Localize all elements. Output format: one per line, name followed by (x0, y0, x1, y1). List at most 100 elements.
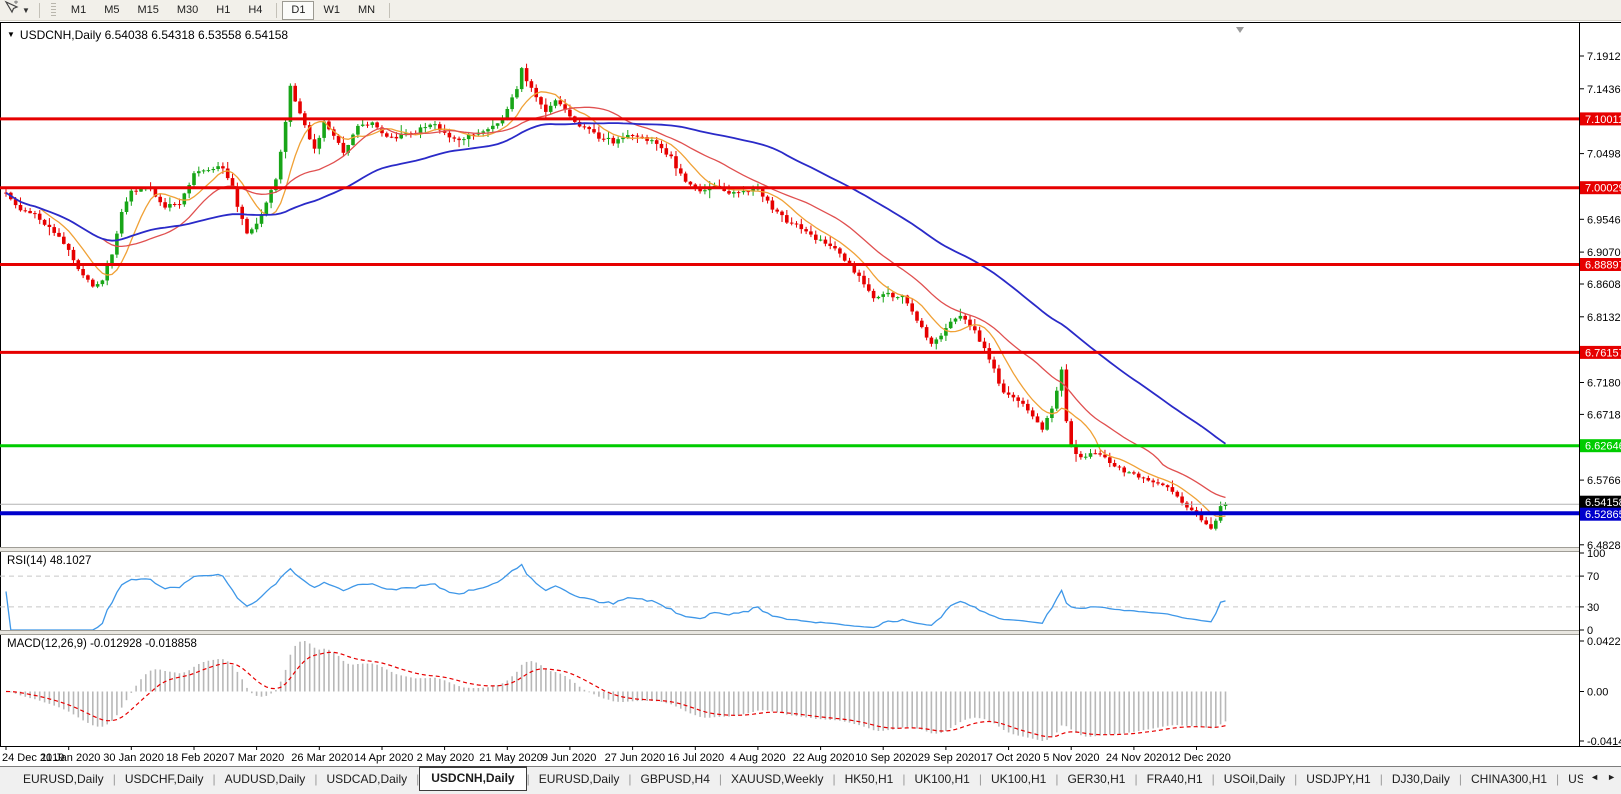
svg-text:6.88897: 6.88897 (1585, 260, 1621, 272)
price-chart[interactable] (0, 22, 1579, 547)
chart-tab[interactable]: GBPUSD,H4 (632, 768, 719, 791)
rsi-line (5, 563, 1226, 630)
toolbar-separator (276, 2, 278, 18)
chart-tab[interactable]: EURUSD,Daily (14, 768, 113, 791)
timeframe-button-m15[interactable]: M15 (128, 1, 167, 20)
price-axis[interactable]: 7.19120 7.14360 7.04980 6.95460 6.90700 6.860… (1580, 22, 1621, 746)
price-tick-label: 6.81320 (1587, 312, 1621, 324)
chart-tab[interactable]: UK100,H1 (982, 768, 1055, 791)
svg-text:6.62646: 6.62646 (1585, 441, 1621, 453)
rsi-tick-label: 70 (1587, 571, 1599, 583)
chart-tab[interactable]: US (1559, 768, 1583, 791)
svg-text:7.00029: 7.00029 (1585, 183, 1621, 195)
chart-tabbar: EURUSD,Daily | USDCHF,Daily | AUDUSD,Daily | U… (0, 766, 1621, 794)
chart-tab[interactable]: XAUUSD,Weekly (722, 768, 832, 791)
price-tick-label: 6.67180 (1587, 409, 1621, 421)
price-tick-label: 6.57660 (1587, 475, 1621, 487)
date-tick-label: 22 Aug 2020 (793, 752, 855, 764)
toolbar-separator (38, 2, 40, 18)
chart-tab[interactable]: CHINA300,H1 (1462, 768, 1556, 791)
cursor-tool-button[interactable]: ▼ (4, 0, 30, 20)
chart-tab[interactable]: GER30,H1 (1058, 768, 1134, 791)
date-tick-label: 5 Nov 2020 (1043, 752, 1099, 764)
rsi-panel[interactable] (0, 552, 1579, 630)
date-tick-label: 9 Jun 2020 (542, 752, 596, 764)
right-shift-marker[interactable] (1236, 27, 1244, 33)
date-tick-label: 10 Sep 2020 (855, 752, 917, 764)
date-tick-label: 12 Dec 2020 (1169, 752, 1231, 764)
chart-tab[interactable]: EURUSD,Daily (530, 768, 629, 791)
date-tick-label: 2 May 2020 (417, 752, 474, 764)
chart-tab[interactable]: HK50,H1 (836, 768, 903, 791)
chart-tab[interactable]: AUDUSD,Daily (216, 768, 315, 791)
toolbar-separator (389, 2, 391, 18)
svg-text:6.52865: 6.52865 (1585, 509, 1621, 521)
toolbar: ▼ M1 M5 M15 M30 H1 H4 D1 W1 MN (0, 0, 1621, 21)
chart-tab[interactable]: FRA40,H1 (1138, 768, 1212, 791)
date-tick-label: 4 Aug 2020 (730, 752, 786, 764)
chart-tab[interactable]: USDCAD,Daily (317, 768, 416, 791)
ma-line-55 (5, 122, 1227, 445)
price-tick-label: 7.14360 (1587, 84, 1621, 96)
price-tick-label: 7.19120 (1587, 51, 1621, 63)
candlestick-series (4, 63, 1228, 531)
chart-tab[interactable]: USDCHF,Daily (116, 768, 213, 791)
chart-title-text: USDCNH,Daily 6.54038 6.54318 6.53558 6.5… (19, 28, 289, 42)
tab-scroll-left-icon[interactable]: ◄ (1590, 772, 1599, 782)
mt4-window: ▼ M1 M5 M15 M30 H1 H4 D1 W1 MN ▼ USDCNH,Daily 6.… (0, 0, 1621, 794)
timeframe-button-m5[interactable]: M5 (95, 1, 128, 20)
rsi-tick-label: 30 (1587, 602, 1599, 614)
rsi-tick-label: 100 (1587, 548, 1605, 560)
price-tick-label: 6.71800 (1587, 378, 1621, 390)
date-tick-label: 14 Apr 2020 (354, 752, 413, 764)
crosshair-cursor-icon (4, 0, 19, 20)
price-tick-label: 7.04980 (1587, 149, 1621, 161)
date-tick-label: 17 Oct 2020 (981, 752, 1041, 764)
timeframe-button-h4[interactable]: H4 (239, 1, 271, 20)
timeframe-button-m1[interactable]: M1 (62, 1, 95, 20)
rsi-label: RSI(14) 48.1027 (7, 555, 92, 567)
macd-panel[interactable] (0, 635, 1579, 746)
chart-tab[interactable]: USOil,Daily (1215, 768, 1294, 791)
collapse-triangle-icon[interactable]: ▼ (7, 30, 15, 39)
chart-title: ▼ USDCNH,Daily 6.54038 6.54318 6.53558 6… (7, 28, 288, 42)
price-tick-label: 6.95460 (1587, 214, 1621, 226)
ma-line-8 (5, 91, 1226, 518)
macd-tick-label: 0.042275 (1587, 636, 1621, 648)
chart-tab[interactable]: UK100,H1 (905, 768, 978, 791)
timeframe-button-h1[interactable]: H1 (207, 1, 239, 20)
chart-tabs: EURUSD,Daily | USDCHF,Daily | AUDUSD,Daily | U… (14, 766, 1583, 791)
chart-tab-active[interactable]: USDCNH,Daily (419, 766, 527, 791)
timeframe-button-d1[interactable]: D1 (282, 0, 315, 20)
chevron-down-icon: ▼ (22, 5, 30, 15)
chart-tab[interactable]: USDJPY,H1 (1297, 768, 1379, 791)
date-tick-label: 11 Jan 2020 (41, 752, 101, 764)
ma-line-21 (5, 106, 1226, 499)
svg-text:6.76157: 6.76157 (1585, 347, 1621, 359)
date-tick-label: 18 Feb 2020 (166, 752, 228, 764)
toolbar-drag-handle[interactable] (50, 2, 56, 18)
date-tick-label: 16 Jul 2020 (667, 752, 724, 764)
tab-scroll-right-icon[interactable]: ► (1607, 772, 1616, 782)
macd-tick-label: -0.04148 (1587, 736, 1621, 746)
date-tick-label: 29 Sep 2020 (918, 752, 980, 764)
date-tick-label: 21 May 2020 (479, 752, 543, 764)
svg-text:7.10011: 7.10011 (1585, 114, 1621, 126)
chart-tab[interactable]: DJ30,Daily (1383, 768, 1459, 791)
time-axis[interactable]: 24 Dec 201911 Jan 2020 30 Jan 2020 18 Feb … (0, 747, 1621, 766)
tab-scroll-buttons: ◄ ► (1590, 772, 1616, 782)
svg-text:6.54158: 6.54158 (1585, 497, 1621, 509)
timeframe-toolbar: M1 M5 M15 M30 H1 H4 D1 W1 MN (62, 0, 395, 20)
macd-tick-label: 0.00 (1587, 687, 1608, 699)
price-tick-label: 6.86080 (1587, 279, 1621, 291)
date-tick-label: 30 Jan 2020 (103, 752, 164, 764)
timeframe-button-mn[interactable]: MN (349, 1, 384, 20)
timeframe-button-w1[interactable]: W1 (314, 1, 349, 20)
price-tick-label: 6.90700 (1587, 247, 1621, 259)
date-tick-label: 26 Mar 2020 (291, 752, 353, 764)
macd-label: MACD(12,26,9) -0.012928 -0.018858 (7, 638, 197, 650)
date-tick-label: 27 Jun 2020 (605, 752, 666, 764)
date-tick-label: 24 Nov 2020 (1106, 752, 1168, 764)
timeframe-button-m30[interactable]: M30 (168, 1, 207, 20)
date-tick-label: 7 Mar 2020 (229, 752, 285, 764)
